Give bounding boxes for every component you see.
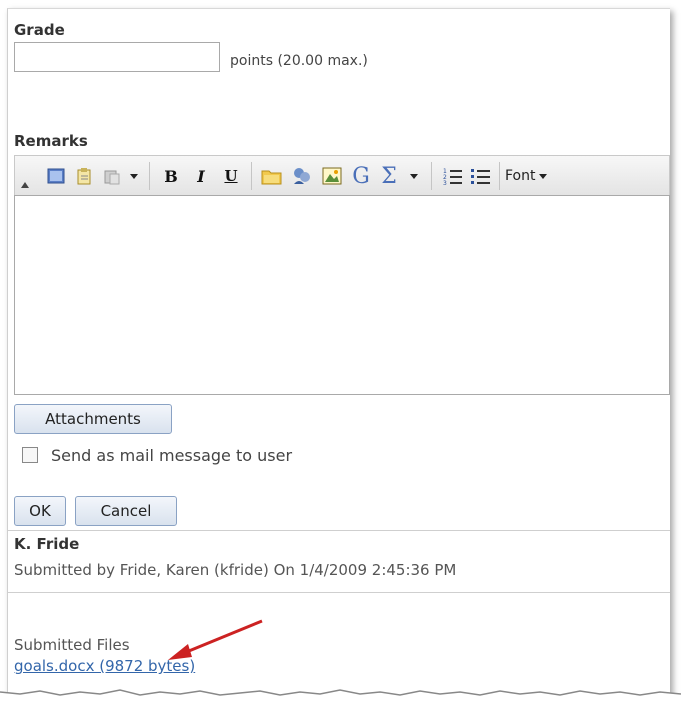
editor-toolbar: B I U G Σ 123 Font — [14, 155, 670, 195]
numbered-list-icon[interactable]: 123 — [441, 164, 465, 188]
remarks-label: Remarks — [14, 132, 88, 150]
bulleted-list-icon[interactable] — [469, 164, 493, 188]
toolbar-separator — [251, 162, 252, 190]
paste-icon[interactable] — [73, 164, 95, 188]
section-divider — [8, 530, 670, 531]
font-dropdown-label: Font — [505, 168, 536, 184]
annotation-arrow-icon — [168, 619, 263, 660]
insert-image-icon[interactable] — [319, 164, 345, 188]
select-all-icon[interactable] — [45, 164, 67, 188]
torn-edge — [0, 689, 681, 707]
ok-button[interactable]: OK — [14, 496, 66, 526]
toolbar-separator — [431, 162, 432, 190]
equation-icon[interactable]: Σ — [377, 164, 401, 189]
grade-input[interactable] — [14, 42, 220, 72]
remarks-editor[interactable] — [14, 195, 670, 395]
paste-special-icon[interactable] — [101, 164, 123, 188]
google-icon[interactable]: G — [349, 164, 373, 189]
grading-panel: Grade points (20.00 max.) Remarks B I U — [7, 8, 670, 699]
underline-icon[interactable]: U — [219, 164, 243, 188]
collapse-icon[interactable] — [21, 182, 29, 188]
submitted-files-label: Submitted Files — [14, 636, 130, 654]
insert-file-icon[interactable] — [259, 164, 285, 188]
dropdown-arrow-icon[interactable] — [407, 164, 421, 188]
toolbar-separator — [149, 162, 150, 190]
points-max-text: points (20.00 max.) — [230, 53, 368, 69]
grade-label: Grade — [14, 21, 65, 39]
bold-icon[interactable]: B — [159, 164, 183, 188]
submission-info: Submitted by Fride, Karen (kfride) On 1/… — [14, 561, 457, 579]
cancel-button[interactable]: Cancel — [75, 496, 177, 526]
submitter-name: K. Fride — [14, 535, 80, 553]
chevron-down-icon — [539, 173, 548, 179]
toolbar-separator — [499, 162, 500, 190]
send-mail-label: Send as mail message to user — [51, 446, 293, 465]
italic-icon[interactable]: I — [189, 164, 213, 188]
send-mail-checkbox[interactable] — [22, 447, 38, 463]
dropdown-arrow-icon[interactable] — [127, 164, 141, 188]
attachments-button[interactable]: Attachments — [14, 404, 172, 434]
svg-text:3: 3 — [443, 180, 447, 185]
insert-link-icon[interactable] — [289, 164, 315, 188]
font-dropdown[interactable]: Font — [505, 164, 565, 188]
section-divider — [8, 592, 670, 593]
